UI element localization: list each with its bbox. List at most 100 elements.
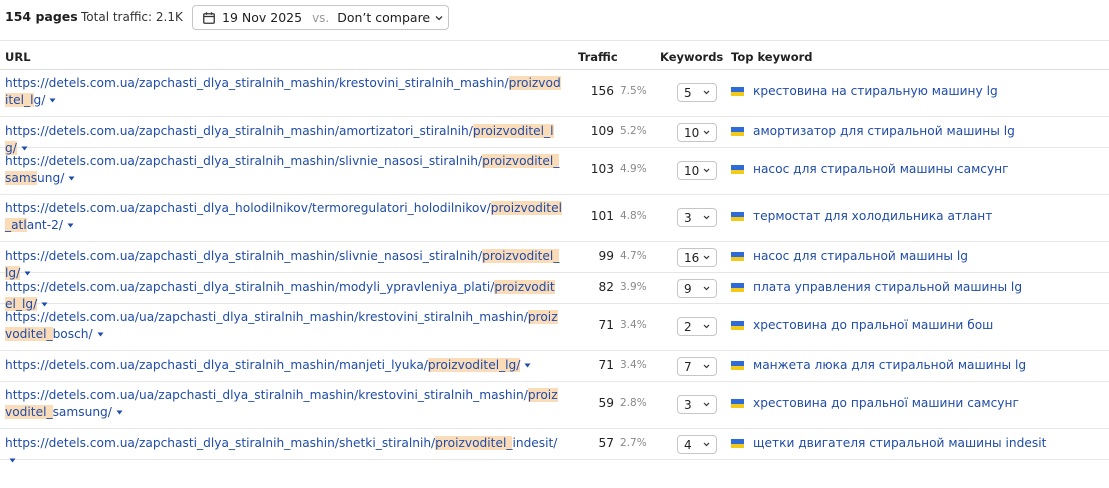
keywords-dropdown[interactable]: 3	[677, 208, 717, 227]
ukraine-flag-icon	[731, 321, 744, 330]
top-keyword-link[interactable]: насос для стиральной машины lg	[753, 249, 968, 263]
url-cell: https://detels.com.ua/zapchasti_dlya_sti…	[5, 153, 562, 187]
page-url-link[interactable]: https://detels.com.ua/zapchasti_dlya_sti…	[5, 358, 521, 372]
traffic-percent: 4.9%	[620, 163, 647, 175]
url-prefix: https://detels.com.ua/zapchasti_dlya_sti…	[5, 76, 509, 90]
url-highlight: proizvoditel_lg/	[427, 358, 521, 372]
url-cell: https://detels.com.ua/zapchasti_dlya_sti…	[5, 435, 562, 469]
keywords-dropdown[interactable]: 10	[677, 123, 717, 142]
keywords-dropdown[interactable]: 10	[677, 161, 717, 180]
ukraine-flag-icon	[731, 283, 744, 292]
top-keyword-link[interactable]: насос для стиральной машины самсунг	[753, 162, 1009, 176]
ukraine-flag-icon	[731, 212, 744, 221]
page-url-link[interactable]: https://detels.com.ua/zapchasti_dlya_sti…	[5, 436, 557, 450]
toolbar: 154 pages Total traffic: 2.1K 19 Nov 202…	[0, 0, 1109, 36]
table-row: https://detels.com.ua/zapchasti_dlya_sti…	[0, 429, 1109, 463]
keywords-count: 5	[684, 85, 692, 100]
traffic-value: 71	[598, 358, 614, 372]
table-row: https://detels.com.ua/ua/zapchasti_dlya_…	[0, 382, 1109, 429]
table-row: https://detels.com.ua/zapchasti_dlya_sti…	[0, 70, 1109, 117]
page-url-link[interactable]: https://detels.com.ua/zapchasti_dlya_sti…	[5, 76, 561, 107]
keywords-dropdown[interactable]: 16	[677, 248, 717, 267]
table-row: https://detels.com.ua/zapchasti_dlya_sti…	[0, 117, 1109, 155]
column-keywords[interactable]: Keywords	[660, 50, 723, 64]
url-cell: https://detels.com.ua/zapchasti_dlya_sti…	[5, 75, 562, 109]
url-cell: https://detels.com.ua/zapchasti_dlya_hol…	[5, 200, 562, 234]
url-prefix: https://detels.com.ua/ua/zapchasti_dlya_…	[5, 310, 528, 324]
url-cell: https://detels.com.ua/ua/zapchasti_dlya_…	[5, 387, 562, 421]
traffic-value: 57	[598, 436, 614, 450]
caret-down-icon[interactable]	[8, 456, 17, 465]
chevron-down-icon	[703, 363, 710, 370]
top-keyword-link[interactable]: хрестовина до пральної машини самсунг	[753, 396, 1019, 410]
caret-down-icon[interactable]	[48, 96, 57, 105]
page-url-link[interactable]: https://detels.com.ua/zapchasti_dlya_sti…	[5, 154, 560, 185]
keywords-dropdown[interactable]: 9	[677, 279, 717, 298]
calendar-icon	[203, 11, 215, 24]
column-traffic[interactable]: Traffic	[578, 50, 618, 64]
date-compare-button[interactable]: 19 Nov 2025 vs. Don’t compare	[192, 5, 449, 30]
caret-down-icon[interactable]	[67, 174, 76, 183]
chevron-down-icon	[435, 14, 443, 22]
url-prefix: https://detels.com.ua/zapchasti_dlya_sti…	[5, 124, 473, 138]
caret-down-icon[interactable]	[96, 330, 105, 339]
column-url[interactable]: URL	[5, 50, 31, 64]
traffic-percent: 7.5%	[620, 85, 647, 97]
caret-down-icon[interactable]	[523, 361, 532, 370]
url-suffix: bosch/	[52, 327, 93, 341]
table-body: https://detels.com.ua/zapchasti_dlya_sti…	[0, 70, 1109, 463]
top-keyword-link[interactable]: амортизатор для стиральной машины lg	[753, 124, 1015, 138]
url-cell: https://detels.com.ua/ua/zapchasti_dlya_…	[5, 309, 562, 343]
ukraine-flag-icon	[731, 165, 744, 174]
pages-count: 154 pages	[5, 9, 78, 24]
ukraine-flag-icon	[731, 87, 744, 96]
url-prefix: https://detels.com.ua/zapchasti_dlya_sti…	[5, 436, 436, 450]
ukraine-flag-icon	[731, 361, 744, 370]
url-prefix: https://detels.com.ua/zapchasti_dlya_sti…	[5, 154, 483, 168]
traffic-percent: 5.2%	[620, 125, 647, 137]
keywords-dropdown[interactable]: 5	[677, 83, 717, 102]
url-prefix: https://detels.com.ua/zapchasti_dlya_sti…	[5, 280, 495, 294]
page-url-link[interactable]: https://detels.com.ua/ua/zapchasti_dlya_…	[5, 388, 558, 419]
table-row: https://detels.com.ua/zapchasti_dlya_sti…	[0, 273, 1109, 311]
keywords-dropdown[interactable]: 7	[677, 357, 717, 376]
top-keyword-link[interactable]: щетки двигателя стиральной машины indesi…	[753, 436, 1046, 450]
keywords-dropdown[interactable]: 3	[677, 395, 717, 414]
table-row: https://detels.com.ua/zapchasti_dlya_sti…	[0, 351, 1109, 382]
top-keyword-link[interactable]: термостат для холодильника атлант	[753, 209, 992, 223]
ukraine-flag-icon	[731, 252, 744, 261]
top-keyword-link[interactable]: плата управления стиральной машины lg	[753, 280, 1022, 294]
traffic-value: 101	[590, 209, 614, 223]
date-label: 19 Nov 2025	[222, 10, 303, 25]
traffic-value: 59	[598, 396, 614, 410]
traffic-percent: 4.8%	[620, 210, 647, 222]
keywords-dropdown[interactable]: 2	[677, 317, 717, 336]
chevron-down-icon	[703, 323, 710, 330]
url-suffix: samsung/	[52, 405, 112, 419]
table-row: https://detels.com.ua/zapchasti_dlya_sti…	[0, 242, 1109, 280]
vs-label: vs.	[312, 10, 330, 25]
table-row: https://detels.com.ua/ua/zapchasti_dlya_…	[0, 304, 1109, 351]
top-keyword-link[interactable]: хрестовина до пральної машини бош	[753, 318, 993, 332]
keywords-count: 10	[684, 163, 700, 178]
traffic-percent: 2.8%	[620, 397, 647, 409]
keywords-count: 2	[684, 319, 692, 334]
traffic-percent: 3.9%	[620, 281, 647, 293]
keywords-count: 7	[684, 359, 692, 374]
pages-table: URL Traffic Keywords Top keyword https:/…	[0, 40, 1109, 463]
url-prefix: https://detels.com.ua/zapchasti_dlya_sti…	[5, 358, 428, 372]
top-keyword-link[interactable]: манжета люка для стиральной машины lg	[753, 358, 1026, 372]
page-url-link[interactable]: https://detels.com.ua/zapchasti_dlya_hol…	[5, 201, 562, 232]
page-url-link[interactable]: https://detels.com.ua/ua/zapchasti_dlya_…	[5, 310, 558, 341]
url-cell: https://detels.com.ua/zapchasti_dlya_sti…	[5, 357, 562, 374]
keywords-dropdown[interactable]: 4	[677, 435, 717, 454]
traffic-value: 99	[598, 249, 614, 263]
chevron-down-icon	[703, 167, 710, 174]
column-top-keyword[interactable]: Top keyword	[731, 50, 813, 64]
top-keyword-link[interactable]: крестовина на стиральную машину lg	[753, 84, 998, 98]
caret-down-icon[interactable]	[66, 221, 75, 230]
keywords-count: 3	[684, 397, 692, 412]
chevron-down-icon	[703, 401, 710, 408]
caret-down-icon[interactable]	[115, 408, 124, 417]
ukraine-flag-icon	[731, 127, 744, 136]
